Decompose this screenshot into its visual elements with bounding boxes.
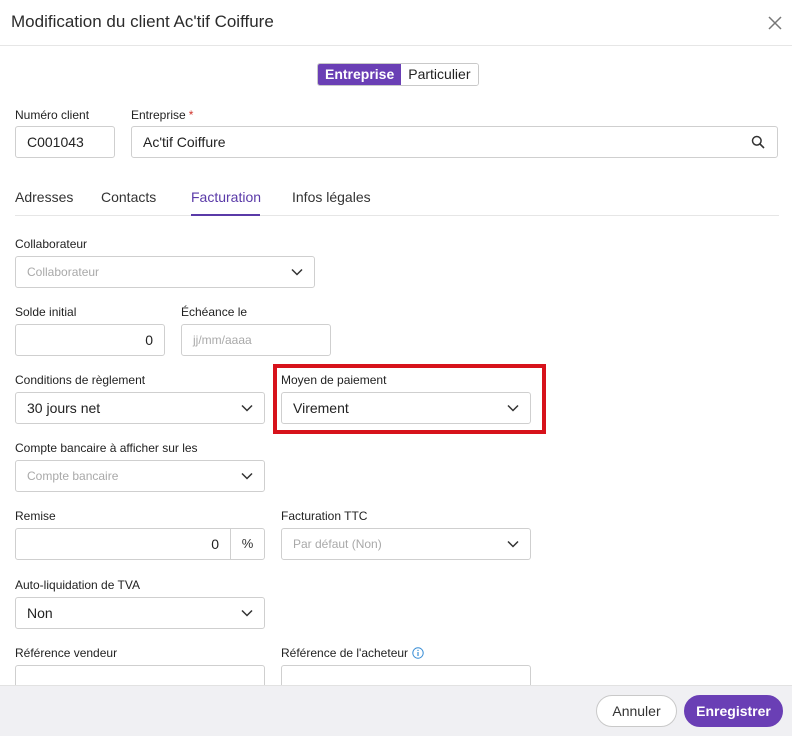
buyer-reference-label: Référence de l'acheteur <box>281 646 424 660</box>
client-number-label: Numéro client <box>15 108 90 122</box>
vat-reverse-charge-select[interactable]: Non <box>15 597 265 629</box>
client-type-toggle: Entreprise Particulier <box>317 63 479 86</box>
initial-balance-input[interactable]: 0 <box>15 324 165 356</box>
company-label: Entreprise * <box>131 108 193 122</box>
client-number-value: C001043 <box>27 134 84 150</box>
ttc-billing-select[interactable]: Par défaut (Non) <box>281 528 531 560</box>
due-date-input[interactable]: jj/mm/aaaa <box>181 324 331 356</box>
collaborator-placeholder: Collaborateur <box>27 265 100 279</box>
save-button[interactable]: Enregistrer <box>684 695 783 727</box>
tab-facturation[interactable]: Facturation <box>191 189 261 205</box>
chevron-down-icon <box>241 472 253 480</box>
cancel-button[interactable]: Annuler <box>596 695 677 727</box>
discount-input[interactable]: 0 % <box>15 528 265 560</box>
discount-label: Remise <box>15 509 56 523</box>
active-tab-indicator <box>191 214 260 216</box>
initial-balance-value: 0 <box>145 332 153 348</box>
payment-terms-value: 30 jours net <box>27 400 101 416</box>
chevron-down-icon <box>241 609 253 617</box>
due-date-placeholder: jj/mm/aaaa <box>193 333 252 347</box>
chevron-down-icon <box>291 268 303 276</box>
dialog-header: Modification du client Ac'tif Coiffure <box>0 0 792 46</box>
client-number-input[interactable]: C001043 <box>15 126 115 158</box>
payment-terms-label: Conditions de règlement <box>15 373 146 387</box>
close-icon[interactable] <box>766 14 784 32</box>
collaborator-label: Collaborateur <box>15 237 88 251</box>
discount-value: 0 <box>211 536 219 552</box>
bank-account-label: Compte bancaire à afficher sur les <box>15 441 198 455</box>
chevron-down-icon <box>507 404 519 412</box>
payment-terms-select[interactable]: 30 jours net <box>15 392 265 424</box>
seller-reference-label: Référence vendeur <box>15 646 118 660</box>
tab-infos-legales[interactable]: Infos légales <box>292 189 371 205</box>
chevron-down-icon <box>507 540 519 548</box>
company-input[interactable]: Ac'tif Coiffure <box>131 126 778 158</box>
company-value: Ac'tif Coiffure <box>143 134 226 150</box>
initial-balance-label: Solde initial <box>15 305 77 319</box>
company-label-text: Entreprise <box>131 108 186 122</box>
ttc-billing-placeholder: Par défaut (Non) <box>293 537 382 551</box>
toggle-particulier[interactable]: Particulier <box>401 64 478 85</box>
vat-reverse-charge-label: Auto-liquidation de TVA <box>15 578 140 592</box>
toggle-entreprise[interactable]: Entreprise <box>318 64 402 85</box>
dialog-footer: Annuler Enregistrer <box>0 685 792 736</box>
payment-method-value: Virement <box>293 400 349 416</box>
info-icon[interactable] <box>412 647 424 659</box>
tabs-bar: Adresses Contacts Facturation Infos léga… <box>15 183 779 216</box>
bank-account-placeholder: Compte bancaire <box>27 469 119 483</box>
percent-suffix: % <box>230 529 264 559</box>
payment-method-select[interactable]: Virement <box>281 392 531 424</box>
dialog-title: Modification du client Ac'tif Coiffure <box>11 12 274 31</box>
vat-reverse-charge-value: Non <box>27 605 53 621</box>
due-date-label: Échéance le <box>181 305 248 319</box>
chevron-down-icon <box>241 404 253 412</box>
collaborator-select[interactable]: Collaborateur <box>15 256 315 288</box>
buyer-reference-label-text: Référence de l'acheteur <box>281 646 409 660</box>
bank-account-select[interactable]: Compte bancaire <box>15 460 265 492</box>
ttc-billing-label: Facturation TTC <box>281 509 368 523</box>
tab-adresses[interactable]: Adresses <box>15 189 73 205</box>
required-mark: * <box>188 108 194 122</box>
search-icon[interactable] <box>751 135 765 149</box>
payment-method-label: Moyen de paiement <box>281 373 387 387</box>
tab-contacts[interactable]: Contacts <box>101 189 156 205</box>
